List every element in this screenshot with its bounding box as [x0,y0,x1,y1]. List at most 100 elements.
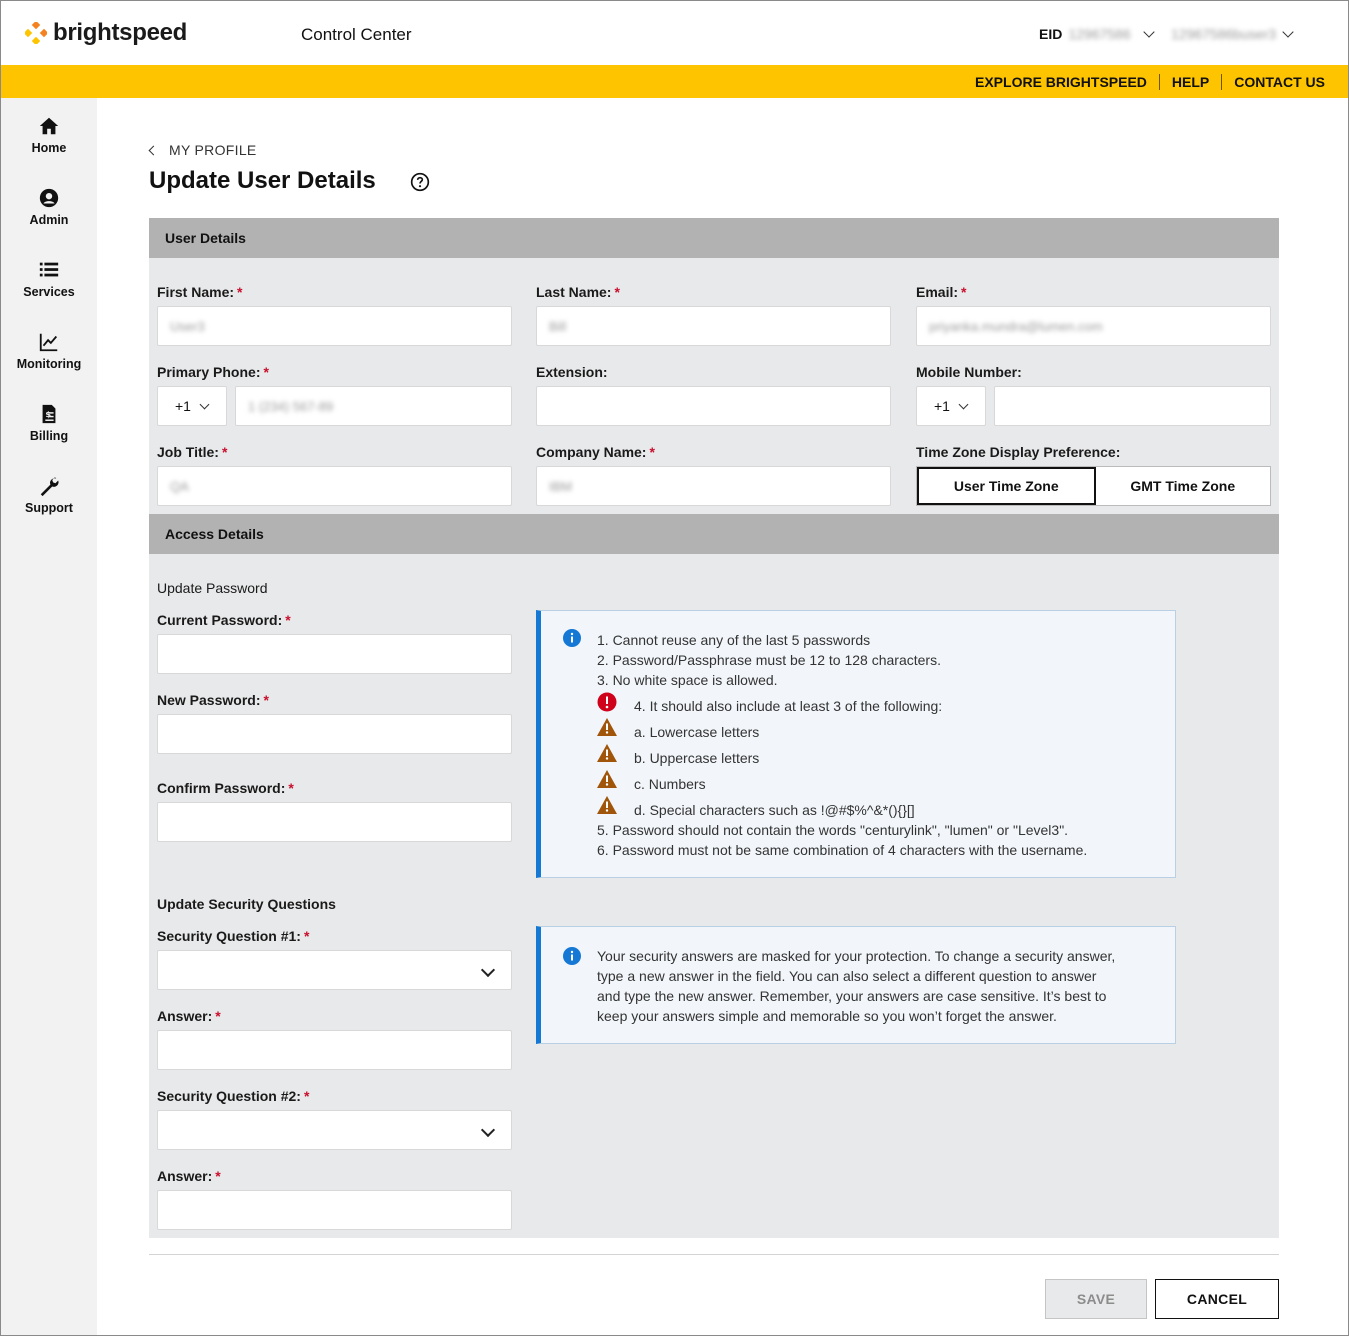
job-title-label-text: Job Title: [157,444,219,460]
mobile-number-label: Mobile Number: [916,364,1022,380]
eid-value: 12967586 [1068,26,1131,42]
sidebar-item-billing[interactable]: $ Billing [1,403,97,443]
security-question-1-select[interactable] [157,950,512,990]
security-info-line: type a new answer in the field. You can … [597,968,1097,984]
job-title-input[interactable]: QA [157,466,512,506]
footer-divider [149,1254,1279,1255]
answer-2-label-text: Answer: [157,1168,213,1184]
new-password-input[interactable] [157,714,512,754]
sidebar-item-monitoring[interactable]: Monitoring [1,331,97,371]
extension-input[interactable] [536,386,891,426]
sidebar-item-home[interactable]: Home [1,115,97,155]
answer-1-label: Answer: * [157,1008,221,1024]
primary-phone-label-text: Primary Phone: [157,364,261,380]
answer-2-input[interactable] [157,1190,512,1230]
security-question-1-label-text: Security Question #1: [157,928,301,944]
wrench-icon [40,477,59,497]
first-name-value: User3 [170,318,205,334]
password-rule: 2. Password/Passphrase must be 12 to 128… [597,652,941,668]
password-rule: d. Special characters such as !@#$%^&*()… [634,802,915,818]
sidebar-item-label: Support [25,501,73,515]
company-name-label-text: Company Name: [536,444,647,460]
app-title: Control Center [301,25,412,44]
current-password-label: Current Password: * [157,612,291,628]
primary-phone-country-code[interactable]: +1 [157,386,227,426]
primary-phone-label: Primary Phone: * [157,364,269,380]
chart-line-icon [39,333,58,352]
top-header: brightspeed Control Center EID 12967586 … [1,1,1348,65]
mobile-number-input[interactable] [994,386,1271,426]
first-name-input[interactable]: User3 [157,306,512,346]
answer-2-label: Answer: * [157,1168,221,1184]
mobile-country-code[interactable]: +1 [916,386,986,426]
chevron-down-icon [1142,26,1155,38]
help-circle-icon[interactable] [410,172,430,192]
breadcrumb[interactable]: MY PROFILE [148,142,257,158]
last-name-label-text: Last Name: [536,284,612,300]
cancel-button[interactable]: CANCEL [1155,1279,1279,1319]
chevron-down-icon [958,399,969,409]
invoice-icon: $ [42,404,56,424]
primary-phone-input[interactable]: 1 (234) 567-89 [235,386,512,426]
company-name-label: Company Name: * [536,444,655,460]
sidebar-item-label: Home [31,141,67,155]
chevron-down-icon [480,962,496,978]
chevron-left-icon [148,145,159,155]
password-rule: a. Lowercase letters [634,724,760,740]
explore-brightspeed-link[interactable]: EXPLORE BRIGHTSPEED [963,74,1159,90]
chevron-down-icon [199,399,210,409]
chevron-down-icon [480,1122,496,1138]
email-label: Email: * [916,284,967,300]
confirm-password-input[interactable] [157,802,512,842]
warning-triangle-icon [597,770,617,788]
info-icon [563,947,581,965]
company-name-value: IBM [549,478,573,494]
primary-phone-value: 1 (234) 567-89 [248,398,334,414]
time-zone-toggle: User Time Zone GMT Time Zone [916,466,1271,506]
time-zone-label: Time Zone Display Preference: [916,444,1121,460]
new-password-label-text: New Password: [157,692,261,708]
security-answers-info: Your security answers are masked for you… [536,926,1176,1044]
last-name-input[interactable]: Bill [536,306,891,346]
security-info-line: and type the new answer. Remember, your … [597,988,1107,1004]
password-rule: 4. It should also include at least 3 of … [634,698,943,714]
company-name-input[interactable]: IBM [536,466,891,506]
email-value: priyanka.mundra@lumen.com [929,318,1103,334]
security-question-2-select[interactable] [157,1110,512,1150]
user-time-zone-option[interactable]: User Time Zone [917,467,1096,505]
user-menu[interactable]: 12967586buser3 [1171,26,1298,42]
security-question-2-label: Security Question #2: * [157,1088,310,1104]
brand-logo[interactable]: brightspeed [25,19,187,47]
security-question-1-label: Security Question #1: * [157,928,310,944]
sidebar-item-admin[interactable]: Admin [1,187,97,227]
last-name-label: Last Name: * [536,284,620,300]
first-name-label: First Name: * [157,284,243,300]
current-password-label-text: Current Password: [157,612,283,628]
save-button[interactable]: SAVE [1045,1279,1147,1319]
country-code-value: +1 [934,398,950,414]
job-title-value: QA [170,478,189,494]
sidebar-item-services[interactable]: Services [1,259,97,299]
sidebar-item-support[interactable]: Support [1,475,97,515]
contact-us-link[interactable]: CONTACT US [1221,74,1325,90]
password-rule: 1. Cannot reuse any of the last 5 passwo… [597,632,871,648]
password-rules-info: 1. Cannot reuse any of the last 5 passwo… [536,610,1176,878]
brand-name: brightspeed [53,19,188,46]
gmt-time-zone-option[interactable]: GMT Time Zone [1096,467,1271,505]
answer-1-input[interactable] [157,1030,512,1070]
confirm-password-label: Confirm Password: * [157,780,294,796]
list-icon [39,262,59,277]
form-panel: User Details First Name: * User3 Last Nam… [149,218,1279,1238]
current-password-input[interactable] [157,634,512,674]
password-rule: 3. No white space is allowed. [597,672,778,688]
security-info-line: Your security answers are masked for you… [597,948,1116,964]
eid-label: EID [1039,26,1063,42]
eid-selector[interactable]: EID 12967586 [1039,26,1159,42]
access-details-header: Access Details [149,514,1279,554]
sidebar-item-label: Services [23,285,75,299]
email-input[interactable]: priyanka.mundra@lumen.com [916,306,1271,346]
breadcrumb-label: MY PROFILE [169,142,257,158]
help-link[interactable]: HELP [1158,74,1221,90]
security-questions-title: Update Security Questions [157,896,336,912]
sidebar: Home Admin Services Monitoring $ Billing… [1,98,97,1335]
